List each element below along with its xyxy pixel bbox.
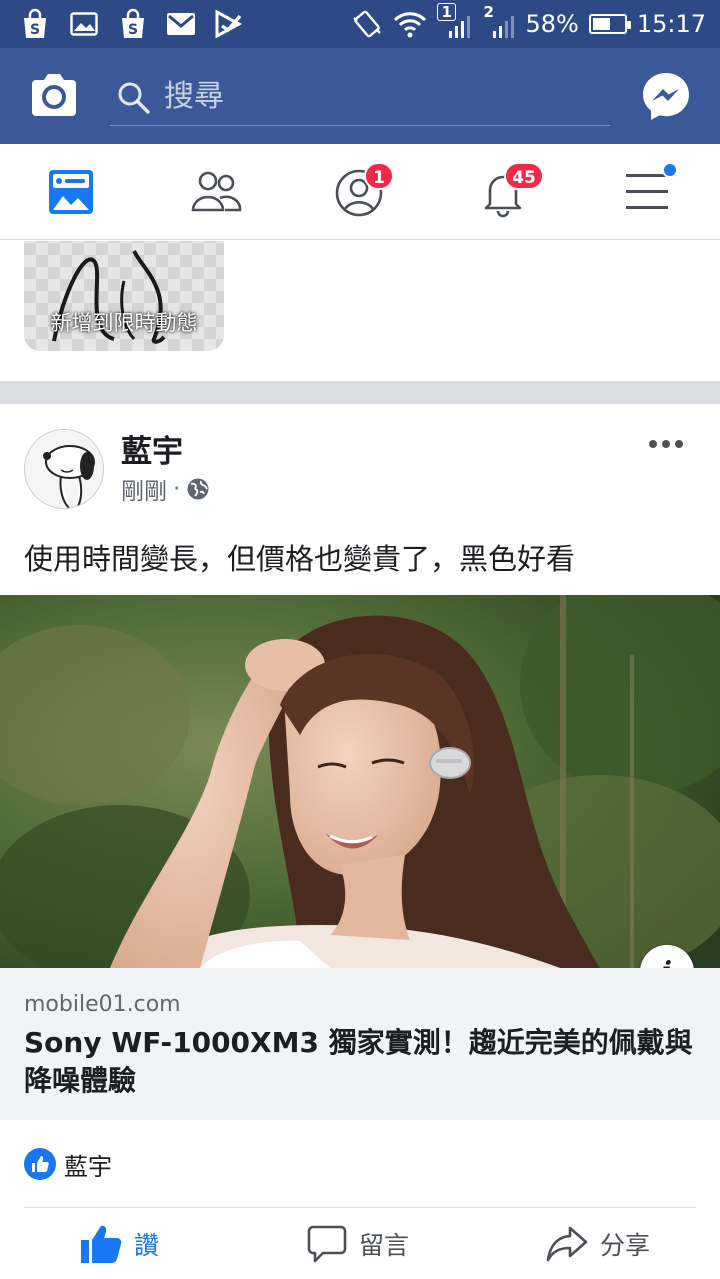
news-feed-icon — [49, 170, 93, 214]
sim1-signal: 1 — [437, 3, 471, 41]
meta-separator: · — [173, 476, 181, 502]
tab-notifications[interactable]: 45 — [432, 144, 576, 240]
link-preview[interactable]: mobile01.com Sony WF-1000XM3 獨家實測！趨近完美的佩… — [0, 968, 720, 1120]
messenger-icon[interactable] — [640, 70, 692, 122]
feed-post: 藍宇 剛剛 · 使用時間變長，但價格也變貴了，黑色好看 mobile01.com… — [0, 404, 720, 1279]
status-bar: S S 1 2 58% 15:17 — [0, 0, 720, 48]
story-label: 新增到限時動態 — [50, 311, 198, 335]
vibrate-icon — [353, 10, 382, 38]
friends-icon — [191, 171, 242, 212]
more-dot — [675, 440, 683, 448]
like-button[interactable]: 讚 — [80, 1222, 159, 1266]
battery-fill — [592, 18, 611, 30]
post-meta: 剛剛 · — [121, 472, 210, 506]
thumbs-up-icon — [81, 1225, 122, 1263]
more-dot — [649, 440, 657, 448]
play-store-icon — [215, 10, 243, 38]
svg-text:S: S — [30, 22, 40, 38]
post-options-button[interactable] — [644, 428, 688, 460]
post-author[interactable]: 藍宇 — [121, 426, 183, 471]
search-bar[interactable] — [110, 70, 610, 126]
signal-icon — [449, 16, 471, 38]
link-title: Sony WF-1000XM3 獨家實測！趨近完美的佩戴與降噪體驗 — [24, 1026, 693, 1097]
shopping-bag-icon: S — [122, 8, 144, 38]
post-timestamp[interactable]: 剛剛 — [121, 472, 167, 506]
link-domain: mobile01.com — [24, 992, 181, 1017]
menu-dot-badge — [662, 162, 678, 178]
woman-with-earbuds-photo — [0, 595, 720, 968]
battery-percent: 58% — [525, 10, 579, 38]
signal-icon — [493, 16, 515, 38]
tab-friend-requests[interactable]: 1 — [288, 144, 432, 240]
comment-button[interactable]: 留言 — [307, 1222, 409, 1266]
app-header — [0, 48, 720, 144]
reaction-names: 藍宇 — [64, 1152, 112, 1181]
reaction-summary[interactable]: 藍宇 — [24, 1146, 112, 1182]
globe-icon — [187, 478, 209, 500]
svg-text:S: S — [128, 22, 138, 38]
friend-request-badge: 1 — [364, 162, 394, 190]
stories-strip: 新增到限時動態 — [0, 241, 720, 381]
comment-icon — [307, 1225, 347, 1263]
share-icon — [546, 1226, 588, 1262]
feed-divider — [0, 381, 720, 404]
search-input[interactable] — [164, 74, 584, 118]
post-action-bar: 讚 留言 分享 — [0, 1208, 720, 1279]
notification-badge: 45 — [504, 162, 544, 190]
wifi-icon — [394, 12, 427, 38]
shopping-bag-icon: S — [24, 8, 46, 38]
tab-menu[interactable] — [576, 144, 720, 240]
tab-news-feed[interactable] — [0, 144, 144, 240]
status-indicators: 1 2 58% 15:17 — [351, 0, 706, 48]
sim2-signal: 2 — [481, 3, 515, 41]
gmail-icon — [167, 13, 195, 35]
gallery-icon — [70, 12, 98, 36]
like-reaction-icon — [24, 1148, 56, 1180]
search-icon — [118, 82, 150, 114]
tab-friends[interactable] — [144, 144, 288, 240]
battery-icon — [588, 14, 631, 34]
add-to-story-card[interactable]: 新增到限時動態 — [24, 241, 224, 351]
avatar[interactable] — [24, 429, 104, 509]
more-dot — [662, 440, 670, 448]
link-preview-image[interactable]: i — [0, 595, 720, 968]
camera-icon[interactable] — [28, 70, 80, 122]
comment-label: 留言 — [359, 1231, 410, 1260]
share-label: 分享 — [600, 1231, 651, 1260]
post-text: 使用時間變長，但價格也變貴了，黑色好看 — [24, 542, 576, 576]
nav-tabs: 1 45 — [0, 144, 720, 240]
snoopy-avatar-image — [25, 430, 103, 508]
share-button[interactable]: 分享 — [546, 1222, 650, 1266]
clock: 15:17 — [636, 10, 706, 38]
like-label: 讚 — [134, 1231, 160, 1260]
